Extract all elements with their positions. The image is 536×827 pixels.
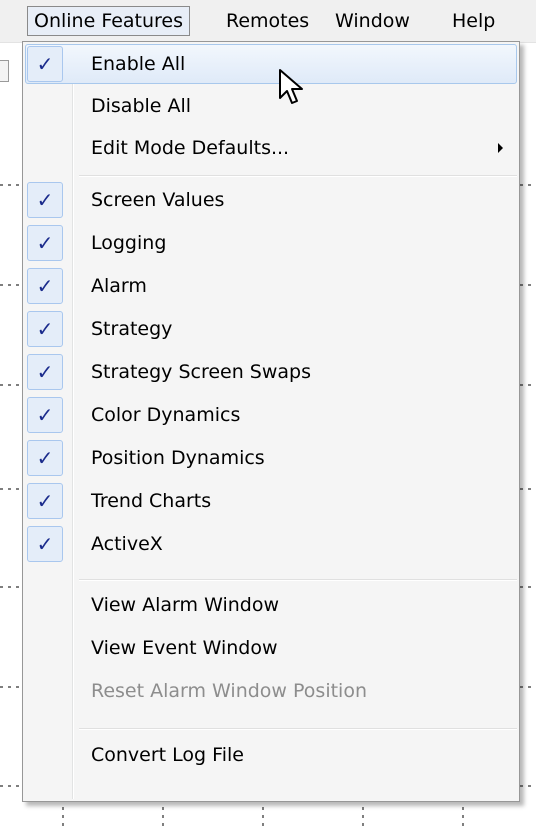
menu-item-label: View Alarm Window (91, 594, 279, 616)
menu-item-label: Strategy Screen Swaps (91, 361, 312, 383)
menu-item-logging[interactable]: ✓ Logging (25, 223, 517, 263)
menu-separator (79, 728, 517, 730)
checkmark-icon: ✓ (27, 483, 63, 519)
menu-item-alarm[interactable]: ✓ Alarm (25, 266, 517, 306)
checkmark-icon: ✓ (27, 311, 63, 347)
menu-item-strategy-screen-swaps[interactable]: ✓ Strategy Screen Swaps (25, 352, 517, 392)
online-features-dropdown: ✓ Enable All Disable All Edit Mode Defau… (22, 41, 520, 802)
menu-item-label: ActiveX (91, 533, 163, 555)
menu-item-strategy[interactable]: ✓ Strategy (25, 309, 517, 349)
menu-item-label: Convert Log File (91, 744, 244, 766)
toolbar-edge (0, 60, 9, 82)
menu-item-label: View Event Window (91, 637, 278, 659)
checkmark-icon: ✓ (27, 397, 63, 433)
menu-bar: Online Features Remotes Window Help (0, 0, 536, 43)
menu-item-label: Color Dynamics (91, 404, 241, 426)
menu-window[interactable]: Window (329, 6, 416, 36)
menu-item-label: Enable All (91, 53, 186, 75)
checkmark-icon: ✓ (27, 526, 63, 562)
menu-item-view-event-window[interactable]: View Event Window (25, 628, 517, 668)
chevron-right-icon (498, 143, 503, 153)
menu-separator (79, 175, 517, 177)
menu-item-screen-values[interactable]: ✓ Screen Values (25, 180, 517, 220)
checkmark-icon: ✓ (27, 225, 63, 261)
menu-item-view-alarm-window[interactable]: View Alarm Window (25, 585, 517, 625)
menu-item-label: Position Dynamics (91, 447, 265, 469)
checkmark-icon: ✓ (27, 46, 63, 82)
menu-item-label: Reset Alarm Window Position (91, 680, 367, 702)
menu-item-label: Alarm (91, 275, 147, 297)
menu-item-label: Disable All (91, 95, 192, 117)
menu-item-label: Edit Mode Defaults... (91, 137, 290, 159)
menu-item-reset-alarm-window-position: Reset Alarm Window Position (25, 671, 517, 711)
menu-help[interactable]: Help (446, 6, 501, 36)
menu-online-features[interactable]: Online Features (27, 6, 191, 36)
menu-item-color-dynamics[interactable]: ✓ Color Dynamics (25, 395, 517, 435)
menu-item-label: Strategy (91, 318, 173, 340)
menu-item-trend-charts[interactable]: ✓ Trend Charts (25, 481, 517, 521)
menu-item-edit-mode-defaults[interactable]: Edit Mode Defaults... (25, 128, 517, 168)
menu-item-enable-all[interactable]: ✓ Enable All (25, 44, 517, 84)
menu-item-convert-log-file[interactable]: Convert Log File (25, 735, 517, 775)
menu-item-position-dynamics[interactable]: ✓ Position Dynamics (25, 438, 517, 478)
menu-separator (79, 579, 517, 581)
menu-item-label: Trend Charts (91, 490, 212, 512)
checkmark-icon: ✓ (27, 182, 63, 218)
checkmark-icon: ✓ (27, 440, 63, 476)
menu-remotes[interactable]: Remotes (220, 6, 315, 36)
menu-item-activex[interactable]: ✓ ActiveX (25, 524, 517, 564)
menu-item-label: Logging (91, 232, 167, 254)
menu-item-disable-all[interactable]: Disable All (25, 86, 517, 126)
checkmark-icon: ✓ (27, 354, 63, 390)
menu-item-label: Screen Values (91, 189, 225, 211)
arrow-pointer-icon (279, 69, 303, 104)
checkmark-icon: ✓ (27, 268, 63, 304)
